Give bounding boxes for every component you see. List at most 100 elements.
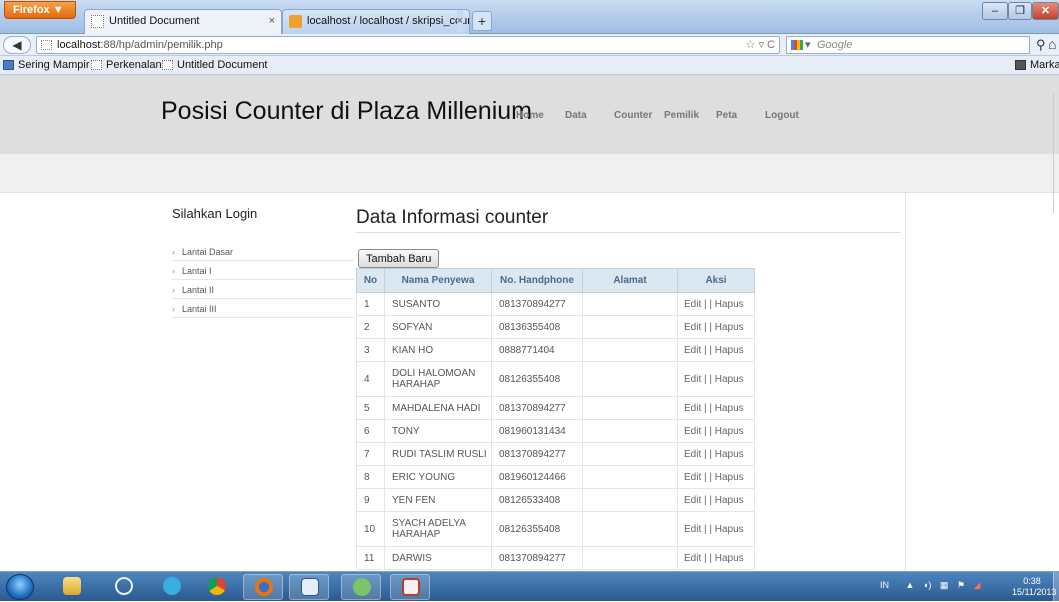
counter-table: No Nama Penyewa No. Handphone Alamat Aks… [356, 268, 755, 570]
nav-data[interactable]: Data [565, 110, 587, 121]
cell-handphone: 08126355408 [491, 511, 583, 547]
tab-phpmyadmin[interactable]: localhost / localhost / skripsi_counter.… [282, 9, 470, 34]
taskbar-word[interactable] [289, 574, 329, 600]
home-icon[interactable]: ⌂ [1048, 36, 1056, 52]
cell-nama-penyewa: SOFYAN [384, 315, 492, 339]
cell-aksi[interactable]: Edit | | Hapus [677, 292, 755, 316]
taskbar-tool[interactable] [104, 574, 144, 600]
taskbar-chrome[interactable] [197, 574, 237, 600]
browser-titlebar: Firefox ▼ Untitled Document × localhost … [0, 0, 1059, 34]
floor-menu: › Lantai Dasar › Lantai I › Lantai II › Lant… [172, 245, 354, 321]
tab-untitled-document[interactable]: Untitled Document × [84, 9, 282, 34]
cell-aksi[interactable]: Edit | | Hapus [677, 488, 755, 512]
close-window-button[interactable]: ✕ [1032, 2, 1059, 20]
sidebar-item-lantai-iii[interactable]: › Lantai III [172, 302, 354, 318]
cell-alamat [582, 511, 678, 547]
new-tab-button[interactable]: + [472, 11, 492, 31]
sidebar-item-lantai-i[interactable]: › Lantai I [172, 264, 354, 280]
cell-aksi[interactable]: Edit | | Hapus [677, 511, 755, 547]
column-header-handphone: No. Handphone [491, 268, 583, 293]
taskbar-explorer[interactable] [52, 574, 92, 600]
chevron-right-icon: › [172, 247, 175, 257]
scrollbar[interactable] [1053, 93, 1059, 213]
phpmyadmin-icon [289, 15, 302, 28]
chevron-right-icon: › [172, 266, 175, 276]
bookmark-folder-icon [3, 60, 14, 70]
clock-date: 15/11/2013 [1012, 587, 1057, 597]
cell-handphone: 08126533408 [491, 488, 583, 512]
maximize-button[interactable]: ❐ [1008, 2, 1032, 20]
table-row: 11 DARWIS 081370894277 Edit | | Hapus [356, 546, 755, 570]
flag-icon[interactable]: ⚑ [957, 580, 965, 590]
page-icon [162, 60, 173, 70]
column-divider [905, 193, 906, 571]
cell-aksi[interactable]: Edit | | Hapus [677, 361, 755, 397]
tray-arrow-icon[interactable]: ▲ [906, 580, 915, 590]
sidebar-item-lantai-dasar[interactable]: › Lantai Dasar [172, 245, 354, 261]
bookmark-star-icon[interactable]: ☆ ▿ C [746, 37, 775, 53]
search-placeholder: Google [817, 39, 853, 51]
table-row: 10 SYACH ADELYA HARAHAP 08126355408 Edit | … [356, 511, 755, 547]
taskbar-dreamweaver[interactable] [341, 574, 381, 600]
chevron-down-icon[interactable]: ▾ [805, 37, 811, 53]
cell-aksi[interactable]: Edit | | Hapus [677, 338, 755, 362]
login-heading[interactable]: Silahkan Login [172, 206, 354, 221]
cell-handphone: 081370894277 [491, 292, 583, 316]
site-header: Posisi Counter di Plaza Millenium Home D… [0, 75, 1059, 154]
cell-no: 4 [356, 361, 385, 397]
bookmarks-menu[interactable]: Marka [1014, 56, 1059, 74]
url-bar[interactable]: localhost:88/hp/admin/pemilik.php ☆ ▿ C [36, 36, 780, 54]
url-host: localhost [57, 39, 101, 51]
nav-logout[interactable]: Logout [765, 110, 799, 121]
cell-no: 8 [356, 465, 385, 489]
cell-nama-penyewa: MAHDALENA HADI [384, 396, 492, 420]
web-page: Posisi Counter di Plaza Millenium Home D… [0, 75, 1059, 571]
sidebar-item-lantai-ii[interactable]: › Lantai II [172, 283, 354, 299]
bookmarks-toolbar: Sering Mampir Perkenalan Untitled Docume… [0, 56, 1059, 75]
url-path: :88/hp/admin/pemilik.php [100, 39, 223, 51]
bookmark-sering-mampir[interactable]: Sering Mampir [2, 56, 90, 74]
start-button[interactable] [6, 574, 34, 600]
cell-aksi[interactable]: Edit | | Hapus [677, 315, 755, 339]
nav-counter[interactable]: Counter [614, 110, 652, 121]
network-icon[interactable]: ▦ [940, 580, 949, 590]
nav-pemilik[interactable]: Pemilik [664, 110, 699, 121]
search-input[interactable]: ▾ Google [786, 36, 1030, 54]
show-desktop-button[interactable] [1053, 572, 1059, 602]
site-identity-icon[interactable] [41, 40, 52, 50]
bookmark-label: Marka [1030, 59, 1059, 71]
taskbar-ie[interactable] [152, 574, 192, 600]
column-header-aksi: Aksi [677, 268, 755, 293]
bookmark-untitled-document[interactable]: Untitled Document [161, 56, 268, 74]
firefox-menu-button[interactable]: Firefox ▼ [4, 1, 76, 19]
cell-alamat [582, 396, 678, 420]
close-tab-icon[interactable]: × [269, 10, 275, 32]
cell-aksi[interactable]: Edit | | Hapus [677, 396, 755, 420]
close-tab-icon[interactable]: × [456, 10, 463, 32]
cell-aksi[interactable]: Edit | | Hapus [677, 442, 755, 466]
cell-alamat [582, 315, 678, 339]
google-icon[interactable] [791, 40, 803, 50]
taskbar-firefox[interactable] [243, 574, 283, 600]
power-icon[interactable]: ◢ [974, 580, 981, 590]
chrome-icon [208, 577, 226, 595]
clock[interactable]: 0:38 15/11/2013 [1012, 576, 1057, 598]
search-icon[interactable]: ⚲ [1036, 37, 1046, 53]
cell-no: 10 [356, 511, 385, 547]
taskbar-image-app[interactable] [390, 574, 430, 600]
cell-aksi[interactable]: Edit | | Hapus [677, 465, 755, 489]
nav-peta[interactable]: Peta [716, 110, 737, 121]
table-body: 1 SUSANTO 081370894277 Edit | | Hapus 2 SOFYA… [356, 292, 755, 570]
cell-aksi[interactable]: Edit | | Hapus [677, 419, 755, 443]
minimize-button[interactable]: – [982, 2, 1008, 20]
add-new-button[interactable]: Tambah Baru [358, 249, 440, 268]
back-button[interactable]: ◀ [3, 36, 31, 54]
volume-icon[interactable]: ◖) [923, 580, 931, 590]
language-indicator[interactable]: IN [880, 580, 889, 590]
internet-explorer-icon [163, 577, 181, 595]
cell-no: 6 [356, 419, 385, 443]
bookmark-perkenalan[interactable]: Perkenalan [90, 56, 162, 74]
cell-aksi[interactable]: Edit | | Hapus [677, 546, 755, 570]
bookmark-label: Untitled Document [177, 59, 268, 71]
nav-home[interactable]: Home [516, 110, 544, 121]
